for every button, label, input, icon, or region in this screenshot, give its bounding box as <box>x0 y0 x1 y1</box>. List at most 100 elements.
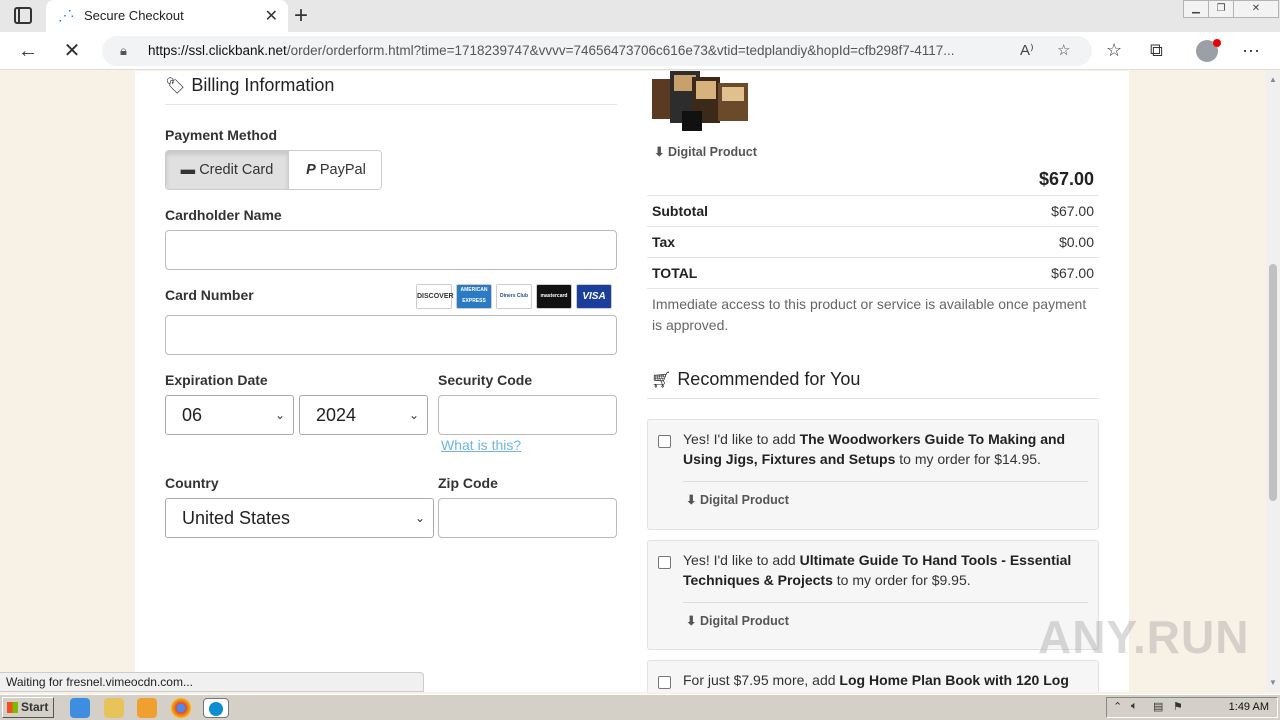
stop-loading-icon[interactable]: ✕ <box>58 37 86 65</box>
credit-card-button[interactable]: ▬ Credit Card <box>166 151 289 189</box>
tab-actions-icon[interactable] <box>14 7 32 24</box>
lock-icon[interactable]: 🔒︎ <box>120 43 127 59</box>
zip-code-input[interactable] <box>438 498 617 538</box>
tab-bar: ⋰· Secure Checkout ✕ + ▁ ❐ ✕ <box>0 0 1280 32</box>
download-icon: ⬇ <box>686 614 697 628</box>
start-button[interactable]: Start <box>2 697 54 718</box>
recommended-title: 🛒︎ Recommended for You <box>651 369 861 389</box>
explorer-icon[interactable] <box>104 698 124 718</box>
tray-arrow-icon[interactable]: ⌃ <box>1113 700 1122 713</box>
chevron-down-icon: ⌄ <box>274 408 285 422</box>
amex-logo: AMERICAN EXPRESS <box>456 284 492 309</box>
url-field[interactable]: 🔒︎ https://ssl.clickbank.net/order/order… <box>102 36 1092 66</box>
card-number-input[interactable] <box>165 315 617 355</box>
product-price: $67.00 <box>1038 169 1094 189</box>
download-icon: ⬇ <box>686 493 697 507</box>
favorites-icon[interactable]: ☆ <box>1106 40 1122 61</box>
upsell-text: Yes! I'd like to add Ultimate Guide To H… <box>683 552 1072 588</box>
tab-secure-checkout[interactable]: ⋰· Secure Checkout ✕ <box>46 0 288 32</box>
exp-month-select[interactable]: 06 ⌄ <box>165 395 294 435</box>
mastercard-logo: mastercard <box>536 284 572 309</box>
minimize-button[interactable]: ▁ <box>1183 0 1209 18</box>
flag-icon[interactable]: ⚑ <box>1173 700 1183 713</box>
scroll-thumb[interactable] <box>1269 264 1277 501</box>
network-icon[interactable]: ▤ <box>1153 700 1163 713</box>
page-viewport: 🏷︎ Billing Information Payment Method ▬ C… <box>0 71 1266 692</box>
paypal-icon: P <box>306 162 316 178</box>
media-player-icon[interactable] <box>137 698 157 718</box>
tab-close-icon[interactable]: ✕ <box>265 6 278 26</box>
add-favorite-icon[interactable]: ☆ <box>1057 41 1070 59</box>
expiration-date-label: Expiration Date <box>165 372 268 388</box>
country-select[interactable]: United States ⌄ <box>165 498 434 538</box>
chevron-down-icon: ⌄ <box>408 408 419 422</box>
what-is-this-link[interactable]: What is this? <box>441 437 521 453</box>
loading-spinner-icon: ⋰· <box>58 7 75 23</box>
more-menu-icon[interactable]: ··· <box>1242 40 1260 61</box>
zip-code-label: Zip Code <box>438 475 498 491</box>
discover-logo: DISCOVER <box>416 284 454 309</box>
upsell-item: Yes! I'd like to add Ultimate Guide To H… <box>647 540 1099 650</box>
status-bubble: Waiting for fresnel.vimeocdn.com... <box>0 672 424 692</box>
upsell-digital-label: ⬇ Digital Product <box>686 614 789 628</box>
credit-card-icon: ▬ <box>180 162 196 178</box>
read-aloud-icon[interactable]: A⁾ <box>1020 41 1034 59</box>
exp-year-select[interactable]: 2024 ⌄ <box>299 395 428 435</box>
address-bar-row: ← ✕ 🔒︎ https://ssl.clickbank.net/order/o… <box>0 32 1280 70</box>
diners-club-logo: Diners Club <box>496 284 532 309</box>
card-number-label: Card Number <box>165 287 254 303</box>
payment-method-label: Payment Method <box>165 127 278 143</box>
chevron-down-icon: ⌄ <box>414 511 425 525</box>
access-notice: Immediate access to this product or serv… <box>652 296 1087 333</box>
system-tray: ⌃ 🔈︎ ▤ ⚑ 1:49 AM <box>1106 697 1278 718</box>
scroll-down-icon[interactable]: ▼ <box>1269 678 1277 687</box>
back-arrow-icon[interactable]: ← <box>14 37 42 65</box>
subtotal-row: Subtotal $67.00 <box>647 195 1099 226</box>
chrome-icon[interactable] <box>171 698 191 718</box>
restore-button[interactable]: ❐ <box>1208 0 1234 18</box>
total-row: TOTAL $67.00 <box>647 257 1099 288</box>
close-window-button[interactable]: ✕ <box>1233 0 1279 18</box>
url-text: https://ssl.clickbank.net/order/orderfor… <box>148 43 955 58</box>
tags-icon: 🏷︎ <box>165 78 186 95</box>
tax-row: Tax $0.00 <box>647 226 1099 257</box>
edge-icon[interactable] <box>203 698 229 718</box>
upsell-text: For just $7.95 more, add Log Home Plan B… <box>683 672 1069 688</box>
checkout-card: 🏷︎ Billing Information Payment Method ▬ C… <box>135 71 1129 692</box>
upsell-digital-label: ⬇ Digital Product <box>686 493 789 507</box>
product-image <box>652 71 752 133</box>
tab-title: Secure Checkout <box>84 8 184 23</box>
cardholder-name-input[interactable] <box>165 230 617 270</box>
volume-icon[interactable]: 🔈︎ <box>1131 700 1138 713</box>
cardholder-name-label: Cardholder Name <box>165 207 282 223</box>
divider <box>647 288 1099 289</box>
profile-avatar[interactable] <box>1196 39 1221 62</box>
new-tab-button[interactable]: + <box>294 2 308 30</box>
paypal-button[interactable]: P PayPal <box>290 151 381 189</box>
security-code-input[interactable] <box>438 395 617 435</box>
taskbar: Start ⌃ 🔈︎ ▤ ⚑ 1:49 AM <box>0 694 1280 720</box>
clock[interactable]: 1:49 AM <box>1229 701 1269 713</box>
billing-title: 🏷︎ Billing Information <box>165 75 335 95</box>
ie-icon[interactable] <box>70 698 90 718</box>
upsell-item: For just $7.95 more, add Log Home Plan B… <box>647 660 1099 692</box>
page-scrollbar[interactable]: ▲ ▼ <box>1266 71 1280 692</box>
upsell-checkbox[interactable] <box>658 676 671 689</box>
security-code-label: Security Code <box>438 372 533 388</box>
payment-method-group: ▬ Credit Card P PayPal <box>165 150 382 190</box>
product-digital-label: ⬇ Digital Product <box>654 145 757 159</box>
country-label: Country <box>165 475 219 491</box>
download-icon: ⬇ <box>654 145 665 159</box>
watermark: ANY.RUN <box>1038 611 1250 663</box>
divider <box>683 602 1088 603</box>
upsell-item: Yes! I'd like to add The Woodworkers Gui… <box>647 419 1099 530</box>
visa-logo: VISA <box>576 284 612 309</box>
cart-icon: 🛒︎ <box>651 372 672 389</box>
divider <box>683 481 1088 482</box>
scroll-up-icon[interactable]: ▲ <box>1269 75 1277 84</box>
upsell-checkbox[interactable] <box>658 435 671 448</box>
upsell-text: Yes! I'd like to add The Woodworkers Gui… <box>683 431 1066 467</box>
upsell-checkbox[interactable] <box>658 556 671 569</box>
divider <box>165 104 617 105</box>
collections-icon[interactable]: ⧉ <box>1150 40 1163 61</box>
